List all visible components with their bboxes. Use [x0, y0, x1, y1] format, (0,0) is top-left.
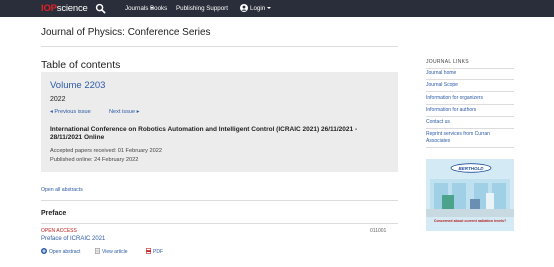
- published-date: Published online: 24 February 2022: [50, 157, 139, 163]
- divider: [41, 200, 398, 201]
- plus-icon: [41, 248, 47, 254]
- sidebar-link-authors[interactable]: Information for authors: [426, 107, 514, 114]
- divider: [426, 128, 514, 129]
- divider: [426, 68, 514, 69]
- section-heading: Preface: [41, 210, 67, 217]
- berthold-logo: BERTHOLD: [450, 163, 492, 173]
- toc-heading: Table of contents: [41, 59, 121, 71]
- divider: [426, 79, 514, 80]
- journal-title[interactable]: Journal of Physics: Conference Series: [41, 27, 211, 38]
- open-abstract-button[interactable]: Open abstract: [41, 248, 80, 256]
- sidebar-link-organizers[interactable]: Information for organizers: [426, 95, 514, 102]
- open-access-badge: OPEN ACCESS: [41, 228, 77, 234]
- chevron-down-icon: [267, 7, 272, 9]
- conference-title: International Conference on Robotics Aut…: [50, 126, 358, 141]
- open-abstract-label: Open abstract: [49, 249, 81, 255]
- sidebar-link-journal-home[interactable]: Journal home: [426, 70, 514, 77]
- open-all-abstracts-link[interactable]: Open all abstracts: [41, 187, 83, 193]
- divider: [426, 147, 514, 148]
- divider: [41, 46, 398, 47]
- login-menu[interactable]: Login: [250, 4, 272, 13]
- pdf-button[interactable]: PDF: [146, 248, 163, 256]
- logo-iop: IOP: [41, 3, 57, 14]
- berthold-logo-text: BERTHOLD: [459, 166, 485, 171]
- sidebar-link-reprint-services[interactable]: Reprint services from Curran Associates: [426, 131, 514, 144]
- view-article-label: View article: [102, 249, 128, 255]
- volume-panel: Volume 2203 2022 ◂ Previous issue Next i…: [41, 72, 398, 172]
- article-title-link[interactable]: Preface of ICRAIC 2021: [41, 236, 105, 242]
- publishing-support-link[interactable]: Publishing Support: [176, 4, 228, 13]
- sidebar-link-journal-scope[interactable]: Journal Scope: [426, 82, 514, 89]
- logo-science: science: [56, 3, 88, 14]
- top-nav-bar: IOPscience Journals Books Publishing Sup…: [0, 0, 554, 17]
- divider: [426, 116, 514, 117]
- divider: [426, 104, 514, 105]
- journal-links-heading: JOURNAL LINKS: [426, 59, 469, 65]
- document-icon: [95, 248, 100, 254]
- login-label: Login: [250, 5, 266, 12]
- previous-issue-link[interactable]: ◂ Previous issue: [50, 109, 91, 115]
- journals-label: Journals: [125, 5, 149, 12]
- accepted-date: Accepted papers received: 01 February 20…: [50, 148, 162, 154]
- volume-year: 2022: [50, 96, 66, 103]
- divider: [41, 223, 398, 224]
- advertisement-banner[interactable]: BERTHOLD Concerned about current radiati…: [426, 159, 514, 231]
- user-icon: [240, 4, 248, 12]
- volume-title: Volume 2203: [50, 80, 106, 91]
- pdf-label: PDF: [153, 249, 163, 255]
- books-link[interactable]: Books: [150, 4, 167, 13]
- search-icon[interactable]: [95, 3, 106, 14]
- divider: [426, 91, 514, 92]
- ad-caption: Concerned about current radiation levels…: [433, 219, 507, 223]
- article-number: 011001: [370, 228, 387, 234]
- view-article-button[interactable]: View article: [95, 248, 127, 256]
- iopscience-logo[interactable]: IOPscience: [41, 3, 88, 14]
- next-issue-link[interactable]: Next issue ▸: [109, 109, 139, 115]
- sidebar-link-contact[interactable]: Contact us: [426, 119, 514, 126]
- pdf-icon: [146, 248, 151, 254]
